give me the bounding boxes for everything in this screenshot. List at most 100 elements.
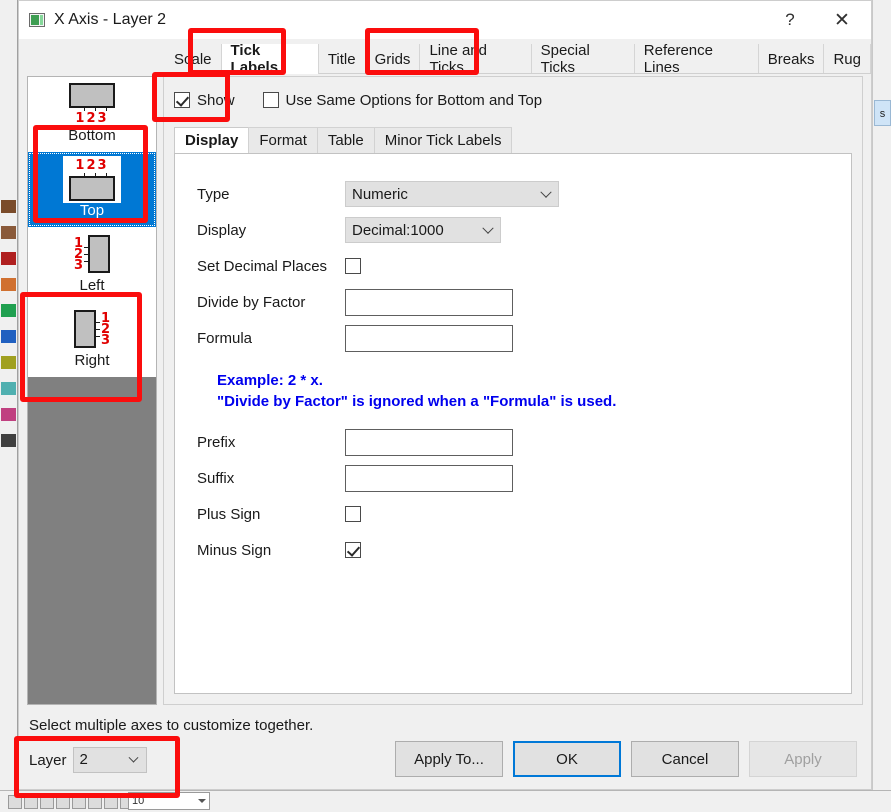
- chevron-down-icon: [540, 186, 552, 198]
- set-decimal-places-checkbox[interactable]: [345, 258, 361, 274]
- type-value: Numeric: [352, 185, 408, 203]
- background-font-size-value: 10: [132, 795, 145, 807]
- dialog-footer: Select multiple axes to customize togeth…: [19, 711, 871, 789]
- ok-button[interactable]: OK: [513, 741, 621, 777]
- show-checkbox[interactable]: [174, 92, 190, 108]
- page-title: X Axis - Layer 2: [54, 10, 167, 28]
- minus-sign-label: Minus Sign: [197, 541, 272, 559]
- plus-sign-label: Plus Sign: [197, 505, 261, 523]
- show-label: Show: [197, 91, 235, 109]
- formula-note: Example: 2 * x. "Divide by Factor" is ig…: [217, 370, 851, 412]
- main-tab-strip: Scale Tick Labels Title Grids Line and Ticks…: [19, 39, 871, 76]
- formula-input[interactable]: [345, 324, 513, 352]
- prefix-label: Prefix: [197, 433, 236, 451]
- cancel-button[interactable]: Cancel: [631, 741, 739, 777]
- chevron-down-icon: [198, 799, 206, 803]
- display-label: Display: [197, 221, 247, 239]
- tab-reference-lines[interactable]: Reference Lines: [634, 42, 759, 76]
- tab-tick-labels[interactable]: Tick Labels: [221, 42, 319, 76]
- layer-value: 2: [79, 751, 88, 768]
- background-font-size-combo[interactable]: 10: [128, 792, 210, 810]
- background-toolbar-icon[interactable]: [1, 408, 16, 421]
- plus-sign-checkbox[interactable]: [345, 506, 361, 522]
- background-toolbar-icon[interactable]: [1, 304, 16, 317]
- type-select[interactable]: Numeric: [345, 181, 559, 207]
- chevron-down-icon: [128, 752, 138, 763]
- background-toolbar-icon[interactable]: [1, 434, 16, 447]
- help-icon[interactable]: ?: [767, 1, 813, 39]
- axis-item-left[interactable]: 1 2 3 Left: [28, 227, 156, 302]
- layer-row: Layer 2: [29, 747, 147, 773]
- apply-to-button[interactable]: Apply To...: [395, 741, 503, 777]
- subtab-format[interactable]: Format: [248, 127, 318, 153]
- tab-scale[interactable]: Scale: [165, 44, 222, 74]
- axis-item-bottom[interactable]: 123 Bottom: [28, 77, 156, 152]
- background-bottom-toolbar-icon[interactable]: [56, 795, 70, 809]
- close-icon[interactable]: ✕: [819, 1, 865, 39]
- subtab-table[interactable]: Table: [316, 127, 375, 153]
- set-decimal-places-label: Set Decimal Places: [197, 257, 328, 275]
- background-toolbar-icon[interactable]: [1, 330, 16, 343]
- layer-select[interactable]: 2: [72, 747, 147, 773]
- axis-right-icon: 123: [73, 306, 110, 352]
- suffix-label: Suffix: [197, 469, 235, 487]
- subtab-display[interactable]: Display: [174, 127, 250, 153]
- tab-line-and-ticks[interactable]: Line and Ticks: [420, 42, 532, 76]
- background-toolbar-icon[interactable]: [1, 382, 16, 395]
- axis-item-label: Bottom: [68, 127, 116, 144]
- axis-item-label: Left: [79, 277, 105, 294]
- axis-selection-panel[interactable]: 123 Bottom 123 Top 1 2 3 Left 1 2 3 Right: [27, 76, 157, 705]
- tab-special-ticks[interactable]: Special Ticks: [531, 42, 635, 76]
- type-row: Type Numeric: [197, 176, 851, 212]
- apply-button: Apply: [749, 741, 857, 777]
- tab-rug[interactable]: Rug: [824, 44, 871, 74]
- background-bottom-toolbar-icon[interactable]: [40, 795, 54, 809]
- tab-title[interactable]: Title: [318, 44, 366, 74]
- axis-item-label: Top: [79, 202, 105, 219]
- background-toolbar-icon[interactable]: [1, 226, 16, 239]
- suffix-row: Suffix: [197, 460, 851, 496]
- background-toolbar-icon[interactable]: [1, 252, 16, 265]
- top-options-row: Show Use Same Options for Bottom and Top: [164, 77, 862, 123]
- background-toolbar-icon[interactable]: [1, 356, 16, 369]
- divide-by-factor-row: Divide by Factor: [197, 284, 851, 320]
- same-options-checkbox[interactable]: [262, 92, 279, 108]
- title-bar: X Axis - Layer 2 ? ✕: [19, 1, 871, 39]
- prefix-input[interactable]: [345, 428, 513, 456]
- axis-item-right[interactable]: 1 2 3 Right: [28, 302, 156, 377]
- set-decimal-places-row: Set Decimal Places: [197, 248, 851, 284]
- suffix-input[interactable]: [345, 464, 513, 492]
- sub-tab-strip: Display Format Table Minor Tick Labels: [164, 123, 862, 153]
- background-left-toolbar[interactable]: [0, 0, 18, 790]
- background-bottom-toolbar-icon[interactable]: [104, 795, 118, 809]
- layer-label: Layer: [29, 751, 67, 769]
- background-toolbar-icon[interactable]: [1, 278, 16, 291]
- same-options-label: Use Same Options for Bottom and Top: [285, 91, 543, 109]
- axis-top-icon: 123: [63, 155, 121, 203]
- subtab-minor-tick-labels[interactable]: Minor Tick Labels: [373, 127, 513, 153]
- tab-breaks[interactable]: Breaks: [758, 44, 825, 74]
- prefix-row: Prefix: [197, 424, 851, 460]
- dialog-body: 123 Bottom 123 Top 1 2 3 Left 1 2 3 Right Show Use …: [19, 74, 871, 711]
- background-toolbar-icon[interactable]: [1, 200, 16, 213]
- formula-note-line1: Example: 2 * x.: [217, 372, 323, 389]
- multi-axis-hint: Select multiple axes to customize togeth…: [29, 717, 314, 734]
- tab-grids[interactable]: Grids: [365, 44, 421, 74]
- chevron-down-icon: [482, 222, 494, 234]
- divide-by-factor-input[interactable]: [345, 288, 513, 316]
- axis-item-label: Right: [74, 352, 110, 369]
- background-bottom-toolbar-icon[interactable]: [72, 795, 86, 809]
- same-options-checkbox-row[interactable]: Use Same Options for Bottom and Top: [262, 91, 543, 109]
- axis-dialog-icon: [29, 12, 45, 27]
- x-axis-dialog: X Axis - Layer 2 ? ✕ Scale Tick Labels Tit…: [18, 0, 872, 790]
- axis-bottom-icon: 123: [69, 81, 115, 127]
- background-right-tab[interactable]: s: [874, 100, 891, 126]
- axis-list[interactable]: 123 Bottom 123 Top 1 2 3 Left 1 2 3 Right: [28, 77, 156, 377]
- minus-sign-checkbox[interactable]: [345, 542, 361, 558]
- axis-item-top[interactable]: 123 Top: [28, 152, 156, 227]
- background-bottom-toolbar-icon[interactable]: [8, 795, 22, 809]
- display-select[interactable]: Decimal:1000: [345, 217, 501, 243]
- background-bottom-toolbar-icon[interactable]: [88, 795, 102, 809]
- show-checkbox-row[interactable]: Show: [174, 92, 235, 109]
- background-bottom-toolbar-icon[interactable]: [24, 795, 38, 809]
